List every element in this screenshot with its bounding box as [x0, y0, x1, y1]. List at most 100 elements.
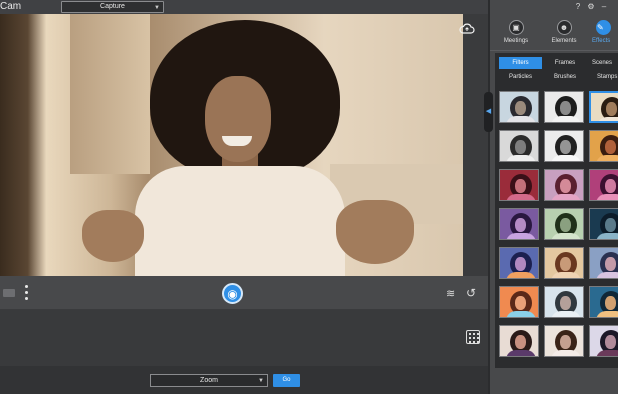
filter-thumbnail[interactable]: [544, 325, 584, 357]
thumbnail-body: [596, 272, 618, 278]
filter-thumbnail[interactable]: [499, 325, 539, 357]
filter-thumbnail-grid: [499, 91, 618, 361]
window-controls: ? ⚙ –: [573, 2, 612, 12]
thumbnail-body: [506, 194, 536, 200]
filter-thumbnail[interactable]: [589, 91, 618, 123]
tab-frames[interactable]: Frames: [545, 57, 585, 69]
category-label: Meetings: [503, 38, 529, 44]
tab-filters[interactable]: Filters: [499, 57, 542, 69]
thumbnail-face: [515, 179, 526, 193]
camera-icon[interactable]: [3, 289, 15, 297]
thumbnail-body: [551, 311, 581, 317]
thumbnail-face: [515, 101, 526, 115]
thumbnail-body: [597, 117, 618, 121]
thumbnail-face: [605, 257, 616, 271]
filter-thumbnail[interactable]: [499, 91, 539, 123]
thumbnail-face: [515, 218, 526, 232]
layers-icon[interactable]: ≋: [446, 288, 458, 300]
thumbnail-face: [560, 296, 571, 310]
thumbnail-body: [506, 272, 536, 278]
cloud-upload-icon[interactable]: [459, 23, 475, 34]
thumbnail-body: [596, 194, 618, 200]
control-bar: [0, 276, 488, 309]
mode-select[interactable]: Capture ▼: [61, 1, 164, 13]
more-vertical-icon[interactable]: [25, 285, 28, 303]
tab-stamps[interactable]: Stamps: [597, 71, 618, 83]
tab-particles[interactable]: Particles: [499, 71, 542, 83]
filter-thumbnail[interactable]: [589, 325, 618, 357]
filter-thumbnail[interactable]: [499, 247, 539, 279]
thumbnail-face: [515, 296, 526, 310]
background-wall: [70, 14, 150, 174]
thumbnail-face: [560, 179, 571, 193]
thumbnail-face: [605, 218, 616, 232]
filter-thumbnail[interactable]: [589, 130, 618, 162]
thumbnail-face: [560, 257, 571, 271]
thumbnail-body: [551, 350, 581, 356]
tab-brushes[interactable]: Brushes: [545, 71, 585, 83]
subject-right-hand: [336, 200, 414, 264]
thumbnail-face: [560, 101, 571, 115]
thumbnail-face: [606, 102, 617, 116]
filter-thumbnail[interactable]: [589, 169, 618, 201]
filter-thumbnail[interactable]: [499, 208, 539, 240]
filter-thumbnail[interactable]: [544, 169, 584, 201]
filter-thumbnail[interactable]: [544, 91, 584, 123]
app-title: Cam: [0, 1, 22, 12]
thumbnail-face: [605, 335, 616, 349]
filter-thumbnail[interactable]: [544, 208, 584, 240]
filter-thumbnail[interactable]: [589, 286, 618, 318]
thumbnail-body: [551, 155, 581, 161]
thumbnail-body: [596, 311, 618, 317]
camera-preview: [0, 14, 463, 276]
subject-shirt: [135, 166, 345, 276]
app-window: Cam Capture ▼ ◉ ≋ ↺ Zoom ▼ Go ◀ ? ⚙ – ▣ …: [0, 0, 618, 394]
chevron-down-icon: ▼: [258, 378, 264, 384]
grid-icon[interactable]: [466, 330, 480, 344]
thumbnail-body: [506, 116, 536, 122]
shutter-button[interactable]: ◉: [222, 283, 243, 304]
filter-thumbnail[interactable]: [499, 169, 539, 201]
category-effects[interactable]: ✎ Effects: [592, 20, 618, 44]
collapse-panel-handle[interactable]: ◀: [484, 92, 493, 132]
filter-thumbnail[interactable]: [544, 286, 584, 318]
thumbnail-body: [596, 155, 618, 161]
category-elements[interactable]: ☻ Elements: [544, 20, 584, 44]
help-icon[interactable]: ?: [573, 2, 583, 12]
subject-left-hand: [82, 210, 144, 262]
thumbnail-body: [551, 233, 581, 239]
panel-separator: [490, 50, 618, 51]
zoom-select[interactable]: Zoom ▼: [150, 374, 268, 387]
thumbnail-face: [515, 257, 526, 271]
thumbnail-face: [515, 140, 526, 154]
chevron-down-icon: ▼: [154, 5, 160, 11]
category-label: Effects: [592, 38, 611, 44]
gear-icon[interactable]: ⚙: [586, 2, 596, 12]
thumbnail-face: [605, 179, 616, 193]
filter-thumbnail[interactable]: [544, 130, 584, 162]
thumbnail-face: [560, 140, 571, 154]
minimize-icon[interactable]: –: [599, 2, 609, 12]
thumbnail-body: [596, 233, 618, 239]
thumbnail-face: [560, 218, 571, 232]
top-bar: Cam Capture ▼: [0, 0, 488, 14]
undo-icon[interactable]: ↺: [466, 287, 478, 299]
filter-thumbnail[interactable]: [499, 286, 539, 318]
filter-thumbnail[interactable]: [544, 247, 584, 279]
zoom-select-value: Zoom: [200, 377, 218, 384]
shutter-icon: ◉: [227, 286, 238, 301]
thumbnail-body: [551, 194, 581, 200]
tab-scenes[interactable]: Scenes: [592, 57, 618, 69]
thumbnail-body: [506, 233, 536, 239]
filter-thumbnail[interactable]: [589, 247, 618, 279]
category-meetings[interactable]: ▣ Meetings: [496, 20, 536, 44]
thumbnail-face: [605, 296, 616, 310]
filter-thumbnail[interactable]: [589, 208, 618, 240]
thumbnail-body: [506, 311, 536, 317]
filter-thumbnail[interactable]: [499, 130, 539, 162]
elements-icon: ☻: [556, 20, 572, 35]
mode-select-value: Capture: [100, 3, 125, 10]
go-button[interactable]: Go: [273, 374, 300, 387]
meetings-icon: ▣: [508, 20, 524, 35]
effects-icon: ✎: [596, 20, 611, 35]
